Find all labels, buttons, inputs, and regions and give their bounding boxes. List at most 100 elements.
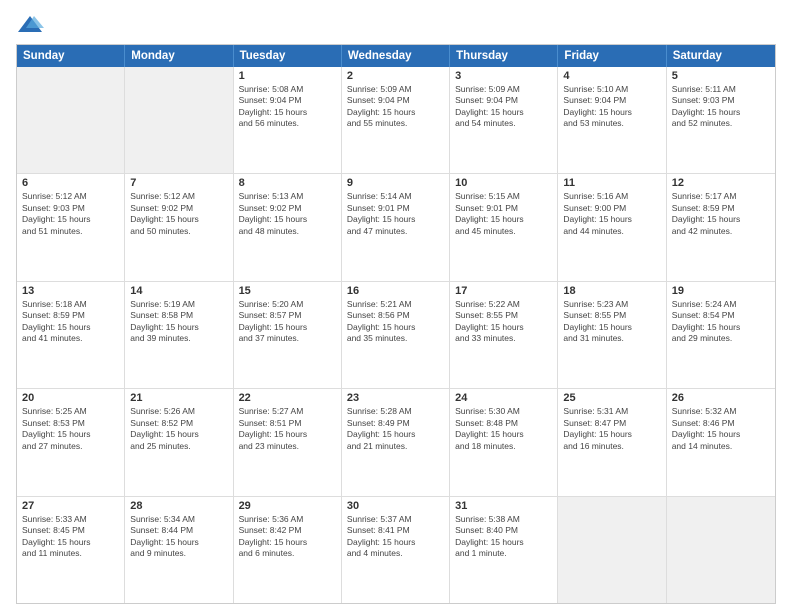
calendar-header: SundayMondayTuesdayWednesdayThursdayFrid… xyxy=(17,45,775,67)
day-number: 9 xyxy=(347,177,444,189)
day-info: Sunrise: 5:11 AM Sunset: 9:03 PM Dayligh… xyxy=(672,84,770,130)
day-number: 8 xyxy=(239,177,336,189)
calendar-cell: 30 Sunrise: 5:37 AM Sunset: 8:41 PM Dayli… xyxy=(342,497,450,603)
day-info: Sunrise: 5:30 AM Sunset: 8:48 PM Dayligh… xyxy=(455,406,552,452)
day-number: 30 xyxy=(347,500,444,512)
day-info: Sunrise: 5:25 AM Sunset: 8:53 PM Dayligh… xyxy=(22,406,119,452)
calendar: SundayMondayTuesdayWednesdayThursdayFrid… xyxy=(16,44,776,604)
day-info: Sunrise: 5:33 AM Sunset: 8:45 PM Dayligh… xyxy=(22,514,119,560)
day-info: Sunrise: 5:14 AM Sunset: 9:01 PM Dayligh… xyxy=(347,191,444,237)
calendar-cell: 28 Sunrise: 5:34 AM Sunset: 8:44 PM Dayli… xyxy=(125,497,233,603)
day-number: 29 xyxy=(239,500,336,512)
day-number: 20 xyxy=(22,392,119,404)
calendar-cell xyxy=(558,497,666,603)
calendar-cell: 27Sunrise: 5:33 AM Sunset: 8:45 PM Dayli… xyxy=(17,497,125,603)
day-number: 10 xyxy=(455,177,552,189)
day-number: 23 xyxy=(347,392,444,404)
day-number: 28 xyxy=(130,500,227,512)
day-number: 19 xyxy=(672,285,770,297)
day-number: 18 xyxy=(563,285,660,297)
header-day-wednesday: Wednesday xyxy=(342,45,450,67)
calendar-cell: 21 Sunrise: 5:26 AM Sunset: 8:52 PM Dayli… xyxy=(125,389,233,495)
calendar-cell: 6 Sunrise: 5:12 AM Sunset: 9:03 PM Daylig… xyxy=(17,174,125,280)
calendar-cell: 31 Sunrise: 5:38 AM Sunset: 8:40 PM Dayli… xyxy=(450,497,558,603)
calendar-cell: 20 Sunrise: 5:25 AM Sunset: 8:53 PM Dayli… xyxy=(17,389,125,495)
day-info: Sunrise: 5:26 AM Sunset: 8:52 PM Dayligh… xyxy=(130,406,227,452)
calendar-cell xyxy=(125,67,233,173)
day-number: 15 xyxy=(239,285,336,297)
calendar-cell: 22Sunrise: 5:27 AM Sunset: 8:51 PM Dayli… xyxy=(234,389,342,495)
header-day-sunday: Sunday xyxy=(17,45,125,67)
day-info: Sunrise: 5:28 AM Sunset: 8:49 PM Dayligh… xyxy=(347,406,444,452)
calendar-cell: 10 Sunrise: 5:15 AM Sunset: 9:01 PM Dayli… xyxy=(450,174,558,280)
calendar-cell: 13Sunrise: 5:18 AM Sunset: 8:59 PM Dayli… xyxy=(17,282,125,388)
calendar-row-5: 27Sunrise: 5:33 AM Sunset: 8:45 PM Dayli… xyxy=(17,496,775,603)
day-info: Sunrise: 5:19 AM Sunset: 8:58 PM Dayligh… xyxy=(130,299,227,345)
day-info: Sunrise: 5:27 AM Sunset: 8:51 PM Dayligh… xyxy=(239,406,336,452)
day-number: 13 xyxy=(22,285,119,297)
calendar-cell: 24 Sunrise: 5:30 AM Sunset: 8:48 PM Dayli… xyxy=(450,389,558,495)
day-number: 21 xyxy=(130,392,227,404)
calendar-cell: 3Sunrise: 5:09 AM Sunset: 9:04 PM Daylig… xyxy=(450,67,558,173)
day-info: Sunrise: 5:23 AM Sunset: 8:55 PM Dayligh… xyxy=(563,299,660,345)
page: SundayMondayTuesdayWednesdayThursdayFrid… xyxy=(0,0,792,612)
logo xyxy=(16,12,48,40)
calendar-cell: 15 Sunrise: 5:20 AM Sunset: 8:57 PM Dayli… xyxy=(234,282,342,388)
day-info: Sunrise: 5:12 AM Sunset: 9:02 PM Dayligh… xyxy=(130,191,227,237)
day-number: 11 xyxy=(563,177,660,189)
day-info: Sunrise: 5:34 AM Sunset: 8:44 PM Dayligh… xyxy=(130,514,227,560)
day-info: Sunrise: 5:32 AM Sunset: 8:46 PM Dayligh… xyxy=(672,406,770,452)
calendar-cell: 17Sunrise: 5:22 AM Sunset: 8:55 PM Dayli… xyxy=(450,282,558,388)
header-day-saturday: Saturday xyxy=(667,45,775,67)
calendar-cell: 1 Sunrise: 5:08 AM Sunset: 9:04 PM Daylig… xyxy=(234,67,342,173)
day-info: Sunrise: 5:08 AM Sunset: 9:04 PM Dayligh… xyxy=(239,84,336,130)
day-number: 26 xyxy=(672,392,770,404)
day-info: Sunrise: 5:12 AM Sunset: 9:03 PM Dayligh… xyxy=(22,191,119,237)
calendar-cell: 25 Sunrise: 5:31 AM Sunset: 8:47 PM Dayli… xyxy=(558,389,666,495)
day-info: Sunrise: 5:37 AM Sunset: 8:41 PM Dayligh… xyxy=(347,514,444,560)
calendar-cell: 5Sunrise: 5:11 AM Sunset: 9:03 PM Daylig… xyxy=(667,67,775,173)
calendar-cell: 14 Sunrise: 5:19 AM Sunset: 8:58 PM Dayli… xyxy=(125,282,233,388)
day-number: 24 xyxy=(455,392,552,404)
day-number: 31 xyxy=(455,500,552,512)
day-number: 6 xyxy=(22,177,119,189)
calendar-cell: 29 Sunrise: 5:36 AM Sunset: 8:42 PM Dayli… xyxy=(234,497,342,603)
day-number: 16 xyxy=(347,285,444,297)
header-day-thursday: Thursday xyxy=(450,45,558,67)
day-info: Sunrise: 5:17 AM Sunset: 8:59 PM Dayligh… xyxy=(672,191,770,237)
calendar-cell: 23 Sunrise: 5:28 AM Sunset: 8:49 PM Dayli… xyxy=(342,389,450,495)
day-info: Sunrise: 5:15 AM Sunset: 9:01 PM Dayligh… xyxy=(455,191,552,237)
calendar-cell: 26 Sunrise: 5:32 AM Sunset: 8:46 PM Dayli… xyxy=(667,389,775,495)
header-day-monday: Monday xyxy=(125,45,233,67)
header-day-friday: Friday xyxy=(558,45,666,67)
calendar-cell: 18 Sunrise: 5:23 AM Sunset: 8:55 PM Dayli… xyxy=(558,282,666,388)
day-number: 1 xyxy=(239,70,336,82)
calendar-cell: 16 Sunrise: 5:21 AM Sunset: 8:56 PM Dayli… xyxy=(342,282,450,388)
day-number: 12 xyxy=(672,177,770,189)
day-info: Sunrise: 5:38 AM Sunset: 8:40 PM Dayligh… xyxy=(455,514,552,560)
calendar-cell: 12 Sunrise: 5:17 AM Sunset: 8:59 PM Dayli… xyxy=(667,174,775,280)
day-info: Sunrise: 5:22 AM Sunset: 8:55 PM Dayligh… xyxy=(455,299,552,345)
calendar-cell xyxy=(17,67,125,173)
calendar-row-2: 6 Sunrise: 5:12 AM Sunset: 9:03 PM Daylig… xyxy=(17,173,775,280)
day-info: Sunrise: 5:21 AM Sunset: 8:56 PM Dayligh… xyxy=(347,299,444,345)
day-info: Sunrise: 5:20 AM Sunset: 8:57 PM Dayligh… xyxy=(239,299,336,345)
calendar-cell: 7 Sunrise: 5:12 AM Sunset: 9:02 PM Daylig… xyxy=(125,174,233,280)
calendar-cell: 8Sunrise: 5:13 AM Sunset: 9:02 PM Daylig… xyxy=(234,174,342,280)
calendar-cell xyxy=(667,497,775,603)
day-number: 14 xyxy=(130,285,227,297)
day-number: 7 xyxy=(130,177,227,189)
calendar-row-3: 13Sunrise: 5:18 AM Sunset: 8:59 PM Dayli… xyxy=(17,281,775,388)
day-number: 2 xyxy=(347,70,444,82)
day-number: 4 xyxy=(563,70,660,82)
header-day-tuesday: Tuesday xyxy=(234,45,342,67)
calendar-row-1: 1 Sunrise: 5:08 AM Sunset: 9:04 PM Daylig… xyxy=(17,67,775,173)
day-info: Sunrise: 5:31 AM Sunset: 8:47 PM Dayligh… xyxy=(563,406,660,452)
calendar-cell: 2 Sunrise: 5:09 AM Sunset: 9:04 PM Daylig… xyxy=(342,67,450,173)
day-info: Sunrise: 5:09 AM Sunset: 9:04 PM Dayligh… xyxy=(347,84,444,130)
day-number: 25 xyxy=(563,392,660,404)
calendar-cell: 9 Sunrise: 5:14 AM Sunset: 9:01 PM Daylig… xyxy=(342,174,450,280)
calendar-cell: 11Sunrise: 5:16 AM Sunset: 9:00 PM Dayli… xyxy=(558,174,666,280)
calendar-body: 1 Sunrise: 5:08 AM Sunset: 9:04 PM Daylig… xyxy=(17,67,775,603)
day-info: Sunrise: 5:36 AM Sunset: 8:42 PM Dayligh… xyxy=(239,514,336,560)
